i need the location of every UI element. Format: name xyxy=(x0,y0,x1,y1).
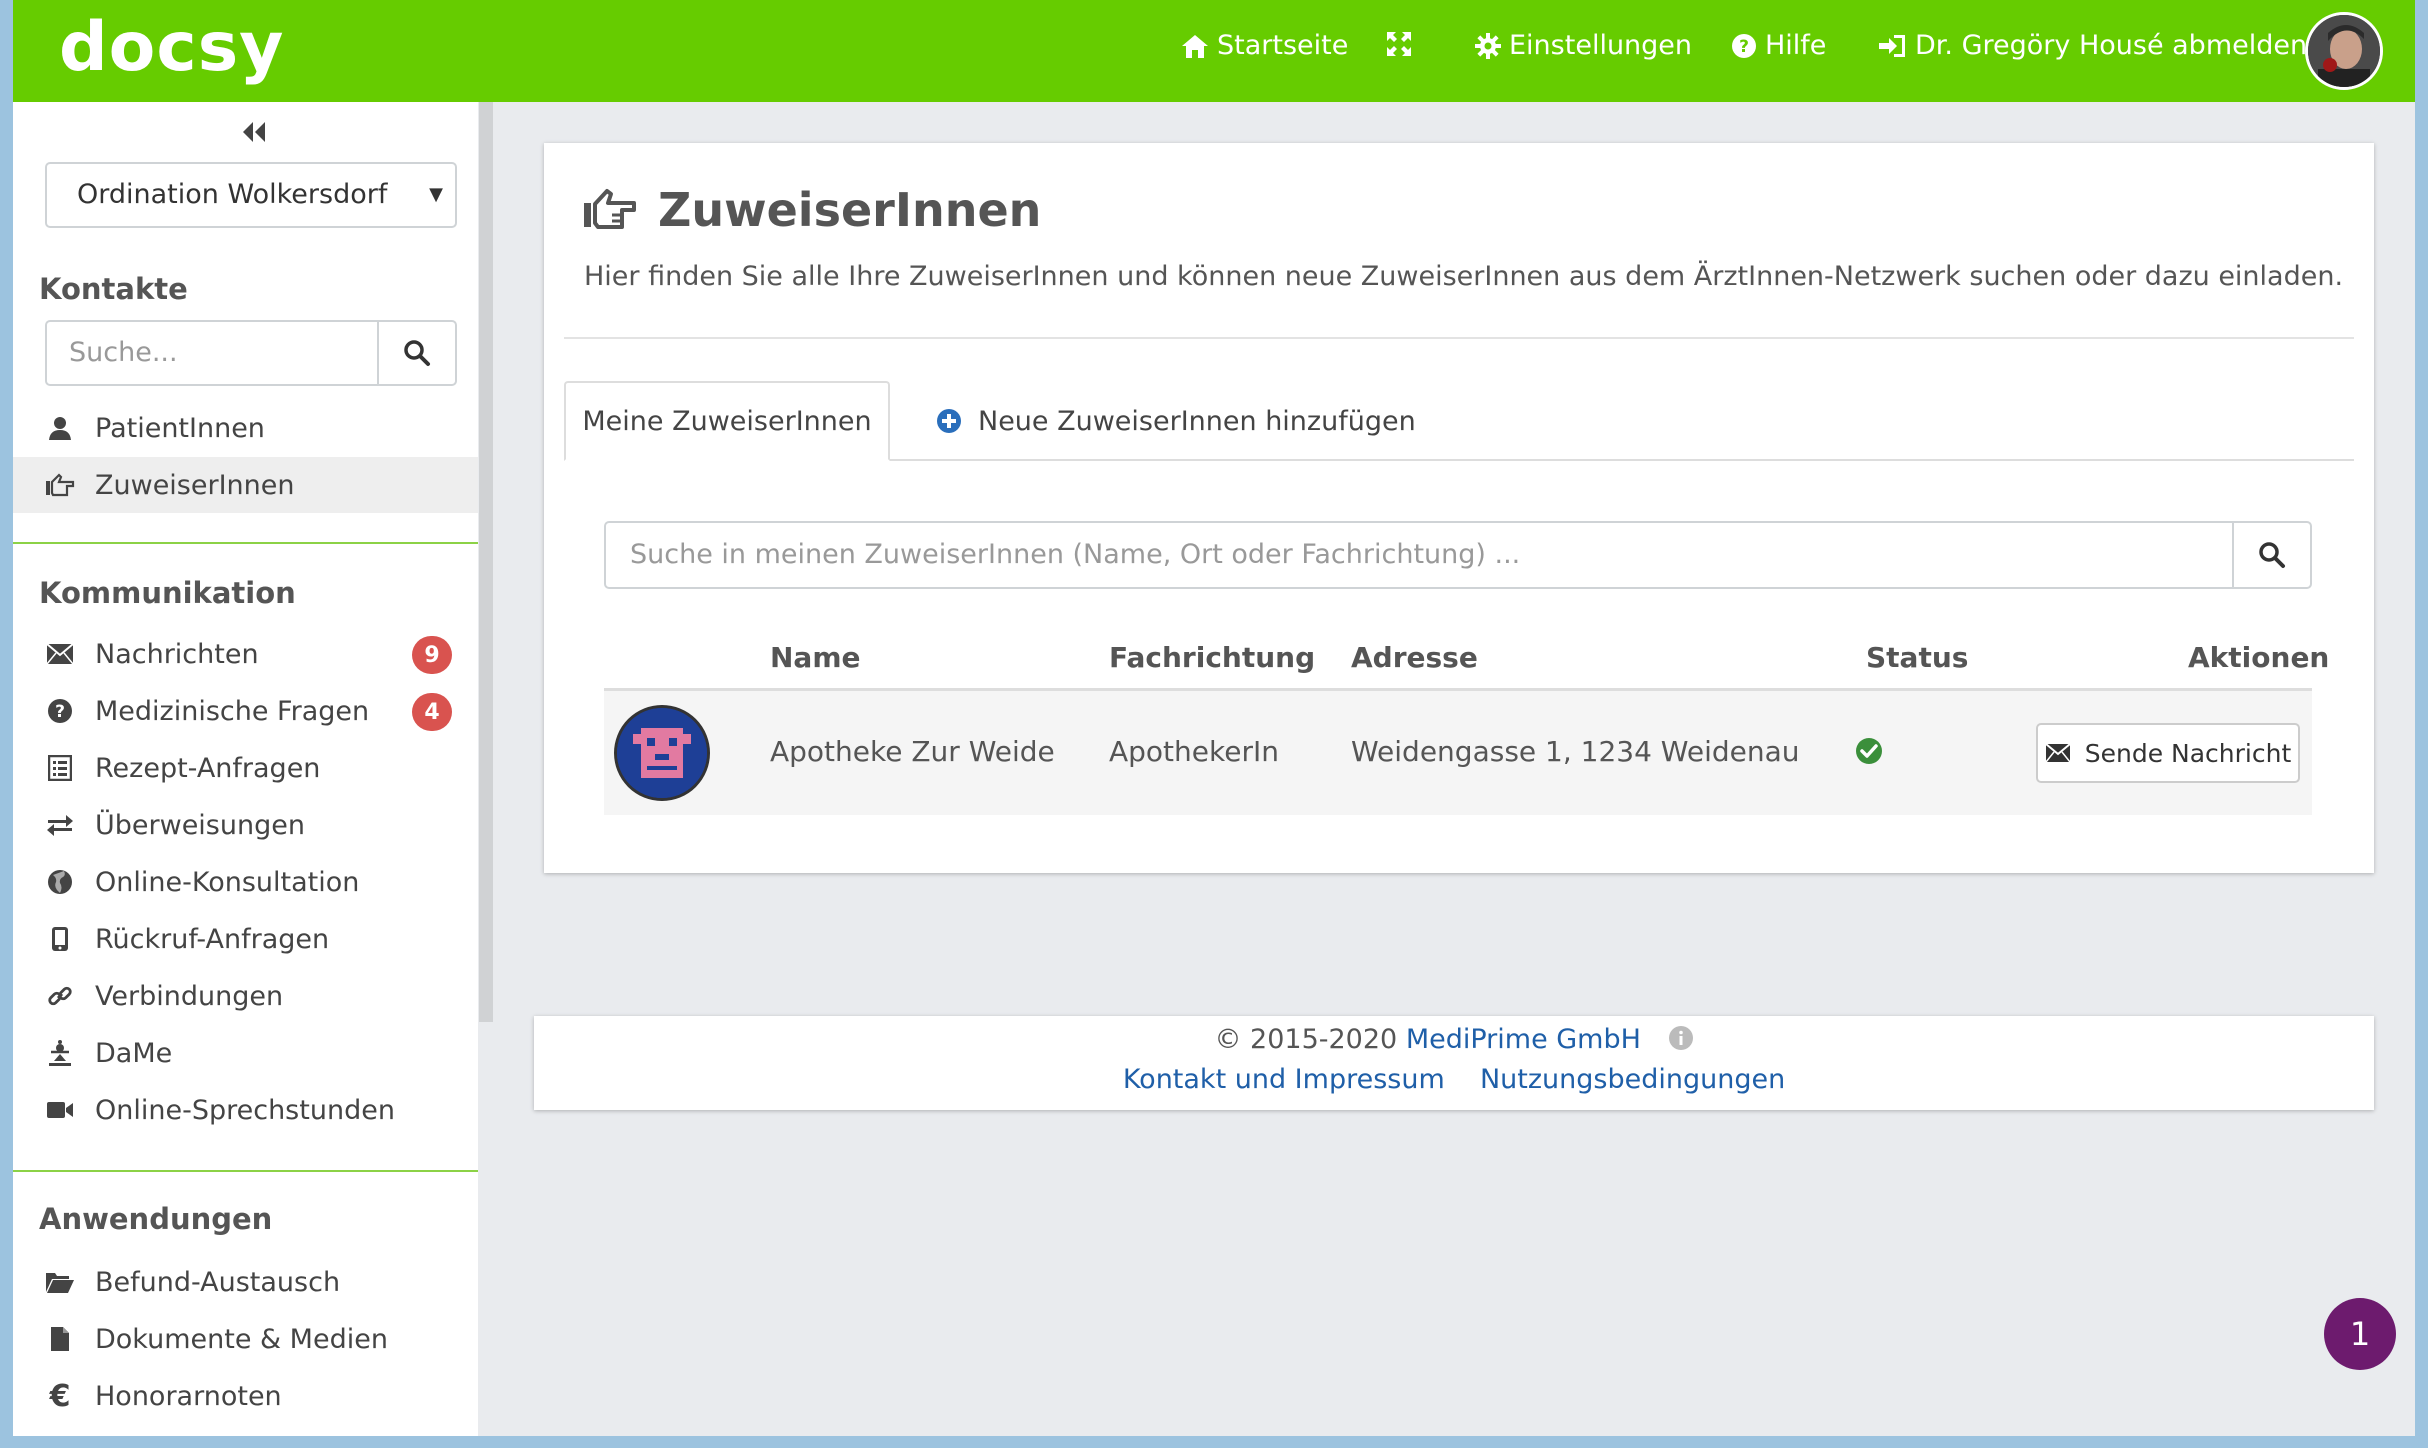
section-title-contacts: Kontakte xyxy=(39,272,188,306)
check-circle-icon xyxy=(1855,737,1883,769)
double-chevron-left-icon xyxy=(243,122,265,142)
page-intro-text: Hier finden Sie alle Ihre ZuweiserInnen … xyxy=(584,261,2344,292)
tab-add-referrers[interactable]: Neue ZuweiserInnen hinzufügen xyxy=(936,381,1416,461)
top-navbar: docsy Startseite Einstellungen ? Hilfe D… xyxy=(13,0,2415,102)
footer-links: Kontakt und Impressum Nutzungsbedingunge… xyxy=(534,1064,2374,1095)
sidebar-item-prescription-requests[interactable]: Rezept-Anfragen xyxy=(13,740,478,796)
question-circle-icon: ? xyxy=(43,698,77,724)
transfer-icon xyxy=(43,814,77,836)
messages-count-badge: 9 xyxy=(412,636,452,674)
column-header-address[interactable]: Adresse xyxy=(1351,641,1478,674)
file-icon xyxy=(43,1326,77,1352)
hand-pointing-icon xyxy=(43,473,77,497)
sidebar-item-connections[interactable]: Verbindungen xyxy=(13,968,478,1024)
info-circle-icon[interactable] xyxy=(1668,1025,1694,1051)
referrer-search-button[interactable] xyxy=(2232,523,2310,587)
app-window: docsy Startseite Einstellungen ? Hilfe D… xyxy=(13,0,2415,1436)
fullscreen-icon xyxy=(1387,32,1411,56)
sidebar-search-button[interactable] xyxy=(377,322,455,384)
user-avatar-image xyxy=(2308,15,2380,87)
envelope-icon xyxy=(2045,743,2071,763)
table-row[interactable]: Apotheke Zur Weide ApothekerIn Weidengas… xyxy=(604,691,2312,815)
main-card: ZuweiserInnen Hier finden Sie alle Ihre … xyxy=(544,143,2374,873)
sidebar-item-online-consultation-hours[interactable]: Online-Sprechstunden xyxy=(13,1082,478,1138)
section-title-applications: Anwendungen xyxy=(39,1202,273,1236)
nav-help-link[interactable]: ? Hilfe xyxy=(1731,30,1826,61)
sidebar-item-fee-notes[interactable]: € Honorarnoten xyxy=(13,1368,478,1424)
referrer-address: Weidengasse 1, 1234 Weidenau xyxy=(1351,735,1800,768)
sidebar-item-patients[interactable]: PatientInnen xyxy=(13,400,478,456)
column-header-status[interactable]: Status xyxy=(1866,641,1968,674)
logo-text: docsy xyxy=(59,8,285,87)
svg-text:?: ? xyxy=(55,702,65,722)
sidebar-item-online-consultation[interactable]: Online-Konsultation xyxy=(13,854,478,910)
envelope-icon xyxy=(43,643,77,665)
hand-pointing-icon xyxy=(582,187,638,235)
sign-out-icon xyxy=(1879,34,1905,57)
video-icon xyxy=(43,1100,77,1120)
referrer-search-input[interactable]: Suche in meinen ZuweiserInnen (Name, Ort… xyxy=(606,523,2232,587)
sidebar-divider xyxy=(13,542,478,544)
search-icon xyxy=(2259,542,2285,568)
sidebar-item-referrals[interactable]: Überweisungen xyxy=(13,797,478,853)
footer-copyright: © 2015-2020 MediPrime GmbH xyxy=(534,1024,2374,1055)
questions-count-badge: 4 xyxy=(412,693,452,731)
home-icon xyxy=(1182,34,1208,58)
sidebar-item-dame[interactable]: DaMe xyxy=(13,1025,478,1081)
sidebar-item-referrers[interactable]: ZuweiserInnen xyxy=(13,457,478,513)
sidebar-search-input[interactable]: Suche... xyxy=(47,322,377,384)
sidebar: Ordination Wolkersdorf ▼ Kontakte Suche.… xyxy=(13,102,478,1436)
list-icon xyxy=(43,755,77,781)
nav-settings-link[interactable]: Einstellungen xyxy=(1475,30,1692,61)
card-divider xyxy=(564,337,2354,339)
collapse-sidebar-button[interactable] xyxy=(241,120,267,148)
link-icon xyxy=(43,983,77,1009)
user-avatar[interactable] xyxy=(2305,12,2383,90)
page-title: ZuweiserInnen xyxy=(658,183,1042,237)
tab-my-referrers[interactable]: Meine ZuweiserInnen xyxy=(564,381,890,461)
search-icon xyxy=(404,340,430,366)
section-title-communication: Kommunikation xyxy=(39,576,296,610)
sidebar-search: Suche... xyxy=(45,320,457,386)
column-header-name[interactable]: Name xyxy=(770,641,861,674)
sidebar-item-messages[interactable]: Nachrichten 9 xyxy=(13,626,478,682)
chat-notification-button[interactable]: 1 xyxy=(2324,1298,2396,1370)
plus-circle-icon xyxy=(937,409,961,433)
question-circle-icon: ? xyxy=(1732,33,1756,58)
caret-down-icon: ▼ xyxy=(429,184,443,205)
sidebar-item-documents-media[interactable]: Dokumente & Medien xyxy=(13,1311,478,1367)
send-message-button[interactable]: Sende Nachricht xyxy=(2036,723,2300,783)
folder-open-icon xyxy=(43,1270,77,1294)
terms-link[interactable]: Nutzungsbedingungen xyxy=(1480,1064,1785,1095)
sidebar-item-callback-requests[interactable]: Rückruf-Anfragen xyxy=(13,911,478,967)
referrer-avatar xyxy=(614,705,710,801)
column-header-specialty[interactable]: Fachrichtung xyxy=(1109,641,1315,674)
company-link[interactable]: MediPrime GmbH xyxy=(1406,1024,1641,1055)
euro-icon: € xyxy=(49,1378,71,1414)
phone-icon xyxy=(43,926,77,952)
referrer-specialty: ApothekerIn xyxy=(1109,735,1279,768)
docsy-logo[interactable]: docsy xyxy=(59,4,285,92)
dame-icon xyxy=(43,1039,77,1067)
column-header-actions: Aktionen xyxy=(2188,641,2330,674)
contact-imprint-link[interactable]: Kontakt und Impressum xyxy=(1123,1064,1445,1095)
referrer-name[interactable]: Apotheke Zur Weide xyxy=(770,735,1055,768)
sidebar-item-findings-exchange[interactable]: Befund-Austausch xyxy=(13,1254,478,1310)
location-select[interactable]: Ordination Wolkersdorf ▼ xyxy=(45,162,457,228)
referrer-search: Suche in meinen ZuweiserInnen (Name, Ort… xyxy=(604,521,2312,589)
fullscreen-button[interactable] xyxy=(1385,30,1413,58)
sidebar-scrollbar[interactable] xyxy=(479,102,493,1022)
svg-text:?: ? xyxy=(1739,37,1749,57)
user-icon xyxy=(43,415,77,441)
sidebar-item-medical-questions[interactable]: ? Medizinische Fragen 4 xyxy=(13,683,478,739)
nav-logout-link[interactable]: Dr. Gregöry Housé abmelden xyxy=(1877,30,2307,61)
nav-home-link[interactable]: Startseite xyxy=(1181,30,1348,61)
sidebar-divider xyxy=(13,1170,478,1172)
globe-icon xyxy=(43,869,77,895)
footer: © 2015-2020 MediPrime GmbH Kontakt und I… xyxy=(534,1016,2374,1110)
gear-icon xyxy=(1475,32,1501,59)
